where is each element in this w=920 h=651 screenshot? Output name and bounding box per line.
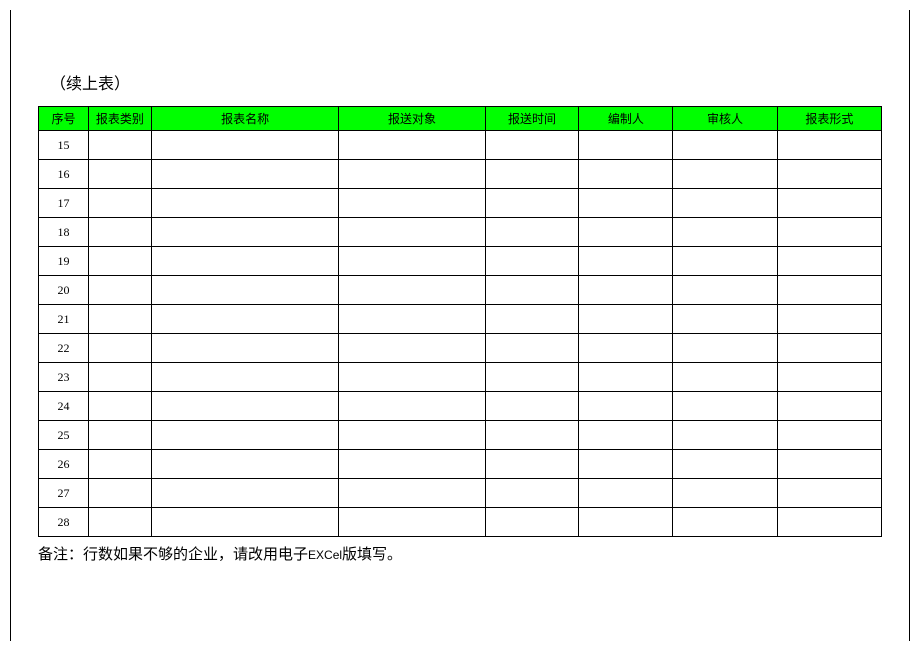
page-border (10, 10, 910, 641)
